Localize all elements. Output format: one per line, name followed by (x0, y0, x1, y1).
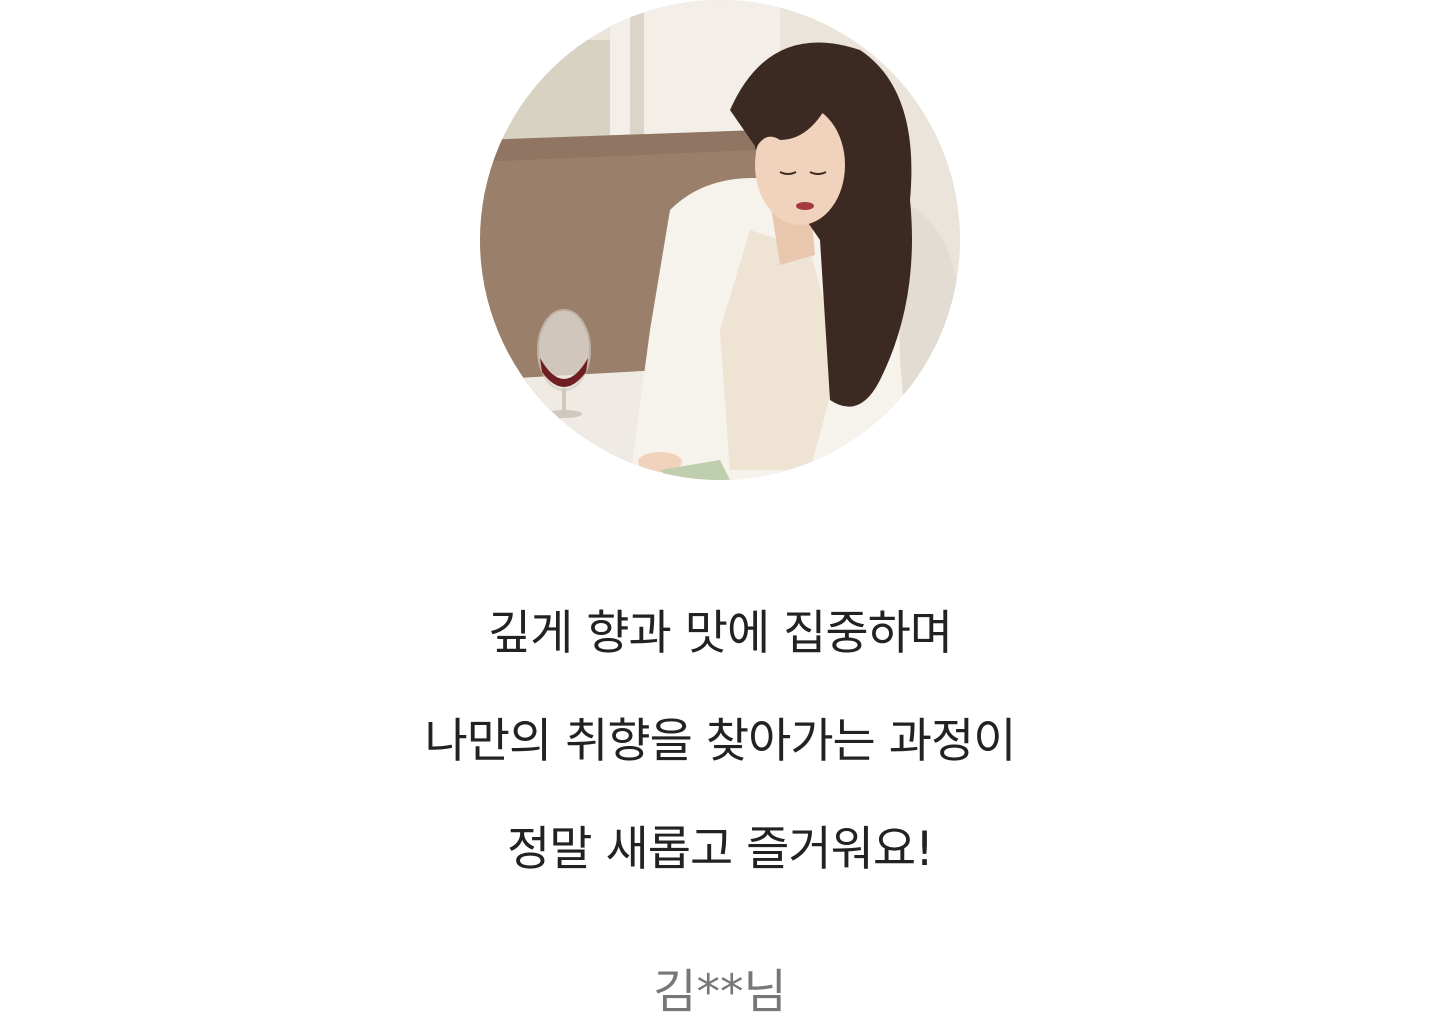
quote-line: 나만의 취향을 찾아가는 과정이 (424, 714, 1017, 769)
quote-line: 정말 새롭고 즐거워요! (507, 822, 934, 877)
testimonial-avatar (480, 0, 960, 480)
quote-line: 깊게 향과 맛에 집중하며 (487, 606, 953, 661)
testimonial-author: 김**님 (653, 965, 787, 1020)
testimonial-quote: 깊게 향과 맛에 집중하며 나만의 취향을 찾아가는 과정이 정말 새롭고 즐거… (0, 580, 1440, 904)
woman-reading-photo (480, 0, 960, 480)
